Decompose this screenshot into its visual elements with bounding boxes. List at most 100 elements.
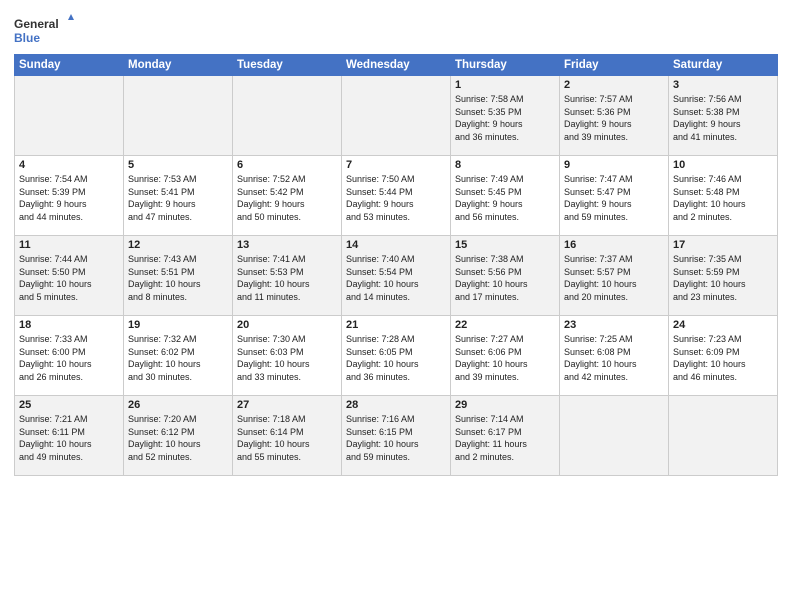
calendar-day-cell: 28 Sunrise: 7:16 AM Sunset: 6:15 PM Dayli… [342, 396, 451, 476]
day-info: Sunrise: 7:16 AM Sunset: 6:15 PM Dayligh… [346, 413, 446, 463]
day-info: Sunrise: 7:43 AM Sunset: 5:51 PM Dayligh… [128, 253, 228, 303]
calendar-day-cell: 1 Sunrise: 7:58 AM Sunset: 5:35 PM Daylig… [451, 76, 560, 156]
calendar-week-row: 1 Sunrise: 7:58 AM Sunset: 5:35 PM Daylig… [15, 76, 778, 156]
day-number: 27 [237, 399, 337, 411]
day-info: Sunrise: 7:40 AM Sunset: 5:54 PM Dayligh… [346, 253, 446, 303]
day-info: Sunrise: 7:33 AM Sunset: 6:00 PM Dayligh… [19, 333, 119, 383]
day-number: 8 [455, 159, 555, 171]
calendar-day-cell: 24 Sunrise: 7:23 AM Sunset: 6:09 PM Dayli… [669, 316, 778, 396]
day-info: Sunrise: 7:49 AM Sunset: 5:45 PM Dayligh… [455, 173, 555, 223]
day-number: 10 [673, 159, 773, 171]
day-info: Sunrise: 7:41 AM Sunset: 5:53 PM Dayligh… [237, 253, 337, 303]
day-number: 23 [564, 319, 664, 331]
calendar-day-cell: 6Sunrise: 7:52 AM Sunset: 5:42 PM Daylig… [233, 156, 342, 236]
day-number: 2 [564, 79, 664, 91]
day-number: 21 [346, 319, 446, 331]
calendar-week-row: 25 Sunrise: 7:21 AM Sunset: 6:11 PM Dayli… [15, 396, 778, 476]
day-number: 11 [19, 239, 119, 251]
page-container: General Blue SundayMondayTuesdayWednesda… [0, 0, 792, 482]
calendar-day-cell: 26 Sunrise: 7:20 AM Sunset: 6:12 PM Dayli… [124, 396, 233, 476]
calendar-day-cell: 9 Sunrise: 7:47 AM Sunset: 5:47 PM Daylig… [560, 156, 669, 236]
day-info: Sunrise: 7:38 AM Sunset: 5:56 PM Dayligh… [455, 253, 555, 303]
day-number: 24 [673, 319, 773, 331]
day-number: 1 [455, 79, 555, 91]
day-info: Sunrise: 7:14 AM Sunset: 6:17 PM Dayligh… [455, 413, 555, 463]
day-number: 14 [346, 239, 446, 251]
day-number: 7 [346, 159, 446, 171]
day-number: 3 [673, 79, 773, 91]
calendar-day-cell: 12 Sunrise: 7:43 AM Sunset: 5:51 PM Dayli… [124, 236, 233, 316]
day-info: Sunrise: 7:58 AM Sunset: 5:35 PM Dayligh… [455, 93, 555, 143]
calendar-day-cell: 23 Sunrise: 7:25 AM Sunset: 6:08 PM Dayli… [560, 316, 669, 396]
calendar-day-cell: 5 Sunrise: 7:53 AM Sunset: 5:41 PM Daylig… [124, 156, 233, 236]
calendar-week-row: 4 Sunrise: 7:54 AM Sunset: 5:39 PM Daylig… [15, 156, 778, 236]
day-number: 16 [564, 239, 664, 251]
calendar-day-cell [124, 76, 233, 156]
day-info: Sunrise: 7:25 AM Sunset: 6:08 PM Dayligh… [564, 333, 664, 383]
calendar-day-cell: 20Sunrise: 7:30 AM Sunset: 6:03 PM Dayli… [233, 316, 342, 396]
day-info: Sunrise: 7:47 AM Sunset: 5:47 PM Dayligh… [564, 173, 664, 223]
calendar-header-cell: Monday [124, 55, 233, 76]
calendar-day-cell: 16 Sunrise: 7:37 AM Sunset: 5:57 PM Dayli… [560, 236, 669, 316]
day-info: Sunrise: 7:37 AM Sunset: 5:57 PM Dayligh… [564, 253, 664, 303]
day-number: 18 [19, 319, 119, 331]
day-number: 5 [128, 159, 228, 171]
day-info: Sunrise: 7:28 AM Sunset: 6:05 PM Dayligh… [346, 333, 446, 383]
day-info: Sunrise: 7:44 AM Sunset: 5:50 PM Dayligh… [19, 253, 119, 303]
day-number: 9 [564, 159, 664, 171]
day-number: 29 [455, 399, 555, 411]
calendar-day-cell: 14 Sunrise: 7:40 AM Sunset: 5:54 PM Dayli… [342, 236, 451, 316]
calendar-day-cell: 2 Sunrise: 7:57 AM Sunset: 5:36 PM Daylig… [560, 76, 669, 156]
day-number: 19 [128, 319, 228, 331]
day-info: Sunrise: 7:53 AM Sunset: 5:41 PM Dayligh… [128, 173, 228, 223]
calendar-header-cell: Thursday [451, 55, 560, 76]
day-number: 28 [346, 399, 446, 411]
logo: General Blue [14, 14, 74, 48]
calendar-day-cell: 27 Sunrise: 7:18 AM Sunset: 6:14 PM Dayli… [233, 396, 342, 476]
calendar-header-cell: Wednesday [342, 55, 451, 76]
calendar-day-cell [669, 396, 778, 476]
day-info: Sunrise: 7:21 AM Sunset: 6:11 PM Dayligh… [19, 413, 119, 463]
day-info: Sunrise: 7:54 AM Sunset: 5:39 PM Dayligh… [19, 173, 119, 223]
calendar-header-cell: Sunday [15, 55, 124, 76]
calendar-day-cell: 8 Sunrise: 7:49 AM Sunset: 5:45 PM Daylig… [451, 156, 560, 236]
calendar-week-row: 18 Sunrise: 7:33 AM Sunset: 6:00 PM Dayli… [15, 316, 778, 396]
day-number: 25 [19, 399, 119, 411]
calendar-day-cell: 29 Sunrise: 7:14 AM Sunset: 6:17 PM Dayli… [451, 396, 560, 476]
day-info: Sunrise: 7:46 AM Sunset: 5:48 PM Dayligh… [673, 173, 773, 223]
calendar-day-cell: 13 Sunrise: 7:41 AM Sunset: 5:53 PM Dayli… [233, 236, 342, 316]
day-number: 13 [237, 239, 337, 251]
calendar-day-cell: 15Sunrise: 7:38 AM Sunset: 5:56 PM Dayli… [451, 236, 560, 316]
calendar-day-cell: 7 Sunrise: 7:50 AM Sunset: 5:44 PM Daylig… [342, 156, 451, 236]
calendar-header-cell: Friday [560, 55, 669, 76]
calendar-week-row: 11 Sunrise: 7:44 AM Sunset: 5:50 PM Dayli… [15, 236, 778, 316]
calendar-day-cell: 11 Sunrise: 7:44 AM Sunset: 5:50 PM Dayli… [15, 236, 124, 316]
day-number: 17 [673, 239, 773, 251]
day-info: Sunrise: 7:20 AM Sunset: 6:12 PM Dayligh… [128, 413, 228, 463]
calendar-header-cell: Tuesday [233, 55, 342, 76]
day-info: Sunrise: 7:18 AM Sunset: 6:14 PM Dayligh… [237, 413, 337, 463]
calendar-day-cell: 18 Sunrise: 7:33 AM Sunset: 6:00 PM Dayli… [15, 316, 124, 396]
calendar-day-cell: 21 Sunrise: 7:28 AM Sunset: 6:05 PM Dayli… [342, 316, 451, 396]
logo-svg: General Blue [14, 14, 74, 48]
day-number: 4 [19, 159, 119, 171]
day-info: Sunrise: 7:23 AM Sunset: 6:09 PM Dayligh… [673, 333, 773, 383]
day-number: 22 [455, 319, 555, 331]
page-header: General Blue [14, 10, 778, 48]
calendar-day-cell: 19 Sunrise: 7:32 AM Sunset: 6:02 PM Dayli… [124, 316, 233, 396]
calendar-day-cell [560, 396, 669, 476]
day-info: Sunrise: 7:50 AM Sunset: 5:44 PM Dayligh… [346, 173, 446, 223]
calendar-header-row: SundayMondayTuesdayWednesdayThursdayFrid… [15, 55, 778, 76]
day-number: 6 [237, 159, 337, 171]
day-info: Sunrise: 7:57 AM Sunset: 5:36 PM Dayligh… [564, 93, 664, 143]
calendar-day-cell: 3 Sunrise: 7:56 AM Sunset: 5:38 PM Daylig… [669, 76, 778, 156]
svg-text:General: General [14, 17, 59, 31]
calendar-day-cell: 22Sunrise: 7:27 AM Sunset: 6:06 PM Dayli… [451, 316, 560, 396]
day-info: Sunrise: 7:32 AM Sunset: 6:02 PM Dayligh… [128, 333, 228, 383]
day-number: 12 [128, 239, 228, 251]
calendar-day-cell: 17 Sunrise: 7:35 AM Sunset: 5:59 PM Dayli… [669, 236, 778, 316]
day-info: Sunrise: 7:30 AM Sunset: 6:03 PM Dayligh… [237, 333, 337, 383]
day-info: Sunrise: 7:35 AM Sunset: 5:59 PM Dayligh… [673, 253, 773, 303]
day-info: Sunrise: 7:56 AM Sunset: 5:38 PM Dayligh… [673, 93, 773, 143]
day-number: 26 [128, 399, 228, 411]
